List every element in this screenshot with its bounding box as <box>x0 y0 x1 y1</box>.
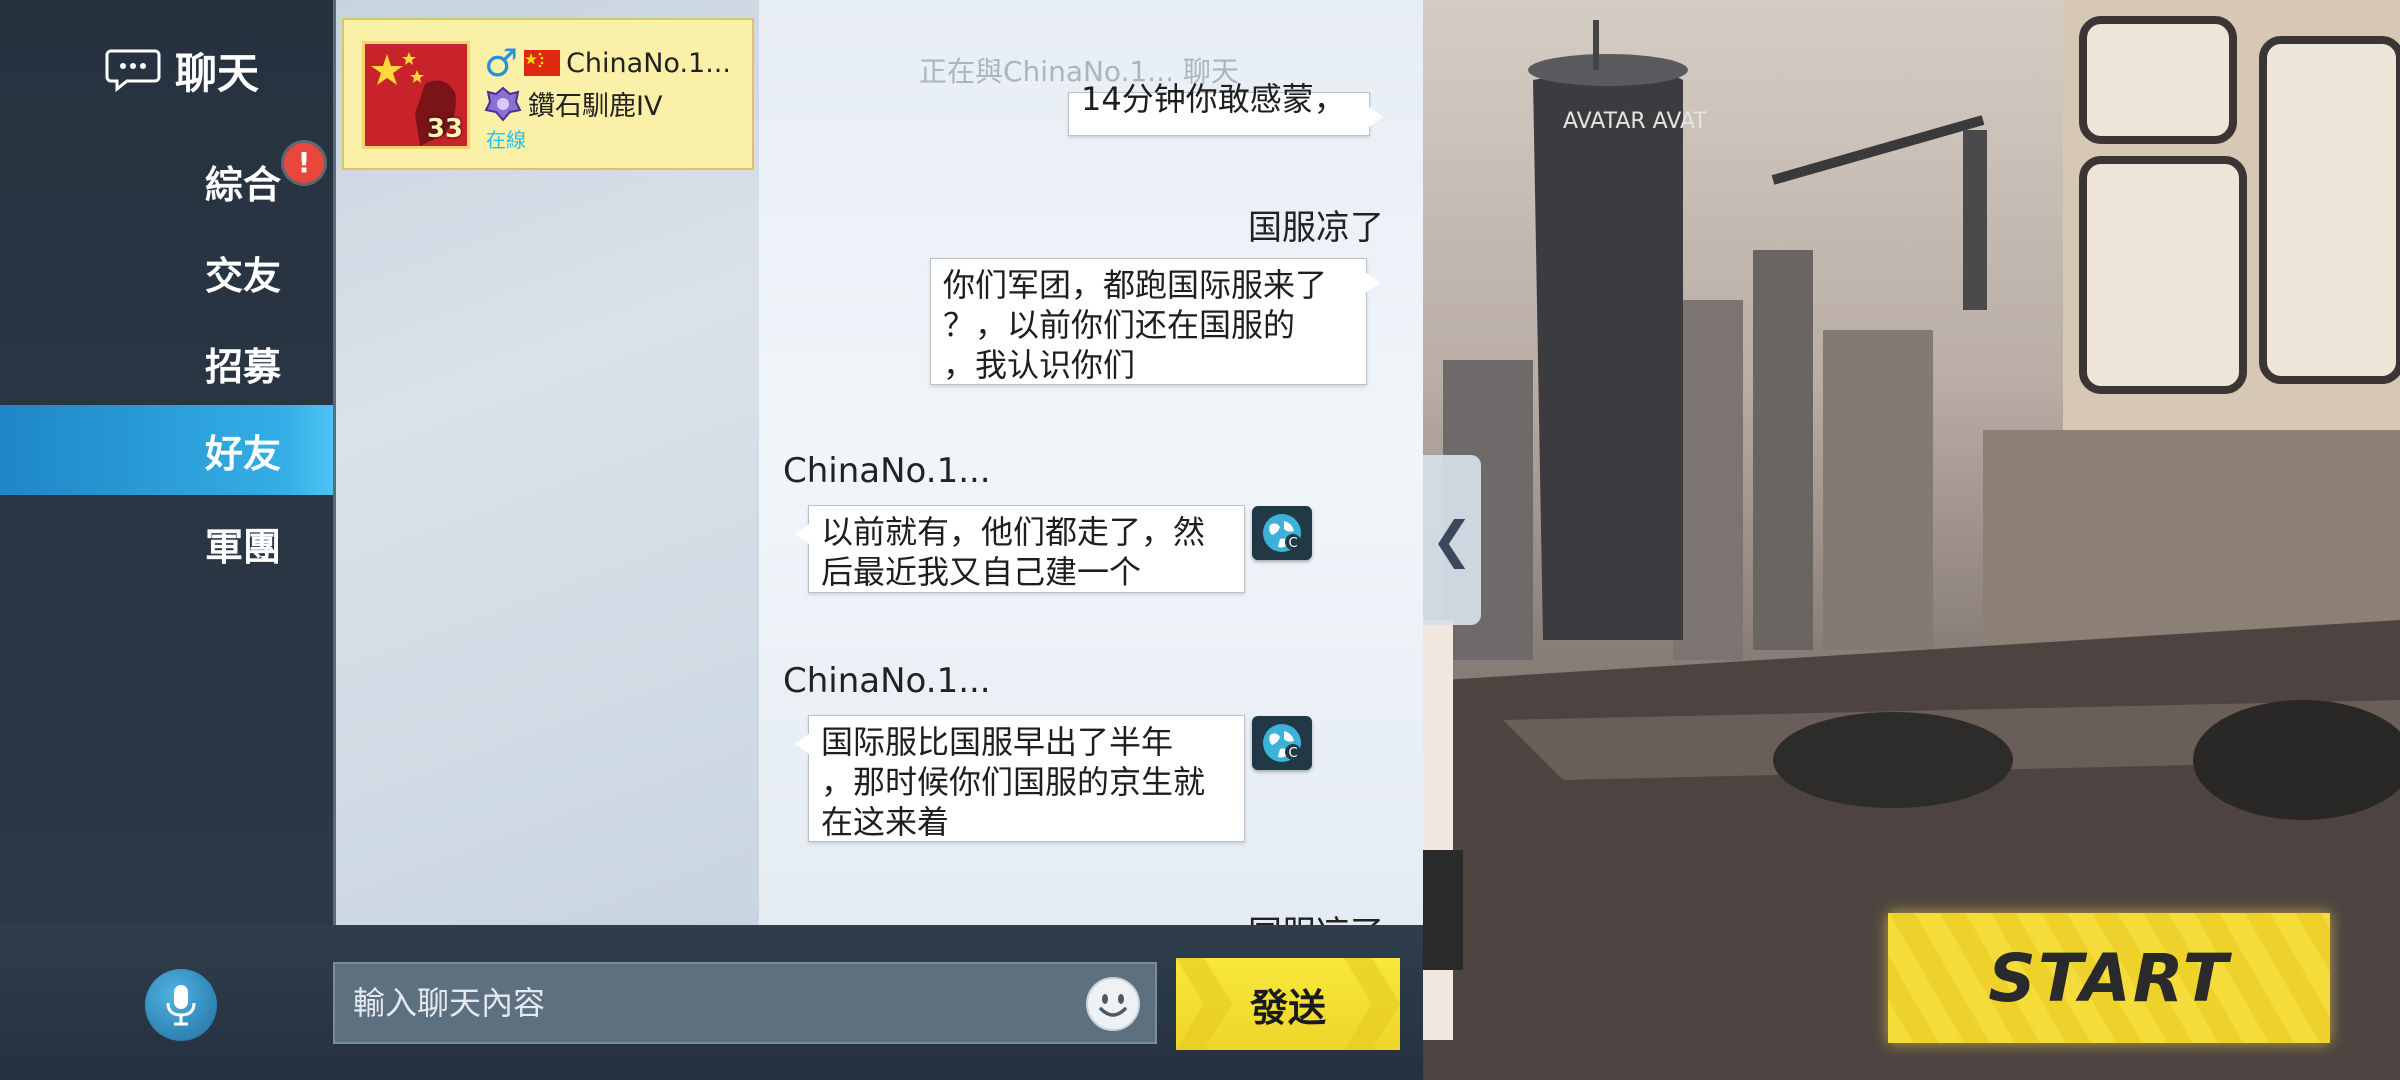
friend-level: 33 <box>426 114 463 144</box>
message-line: 以前就有，他们都走了，然 <box>821 513 1206 551</box>
chat-header: 聊天 <box>105 40 259 100</box>
friend-name: ChinaNo.1... <box>566 47 731 79</box>
tab-friends[interactable]: 好友 <box>0 405 333 495</box>
avatar[interactable]: 33 <box>362 41 470 149</box>
start-label: START <box>1988 939 2230 1017</box>
message-sender: ChinaNo.1... <box>783 661 991 701</box>
chevron-left-icon: ❮ <box>1431 511 1473 569</box>
smiley-face-icon <box>1086 977 1140 1031</box>
message-bubble: 国际服比国服早出了半年 ，那时候你们国服的京生就 在这来着 <box>795 715 1245 842</box>
start-button[interactable]: START <box>1888 913 2330 1043</box>
message-line: 国际服比国服早出了半年 <box>821 723 1174 761</box>
male-gender-icon: ♂ <box>484 41 519 85</box>
chat-bubble-icon <box>105 49 161 93</box>
tab-friends-label: 好友 <box>204 431 281 476</box>
chat-sidebar: 聊天 綜合 ! 交友 招募 好友 軍團 <box>0 0 333 925</box>
message-text: 14分钟你敢感蒙， <box>1081 80 1346 118</box>
translate-button[interactable]: C <box>1252 716 1312 770</box>
message-sender: 国服凉了 <box>1248 208 1384 248</box>
voice-input-button[interactable] <box>145 969 217 1041</box>
tab-general[interactable]: 綜合 <box>0 136 333 226</box>
tab-recruit-label: 招募 <box>204 344 281 389</box>
friend-card[interactable]: 33 ♂ ChinaNo.1... 鑽石馴鹿IV 在線 <box>342 18 754 170</box>
message-bubble: 你们军团，都跑国际服来了 ？，以前你们还在国服的 ，我认识你们 <box>930 258 1380 385</box>
message-line: ，我认识你们 <box>943 346 1136 384</box>
tab-general-label: 綜合 <box>204 162 281 207</box>
send-button[interactable]: 發送 <box>1176 958 1400 1050</box>
globe-translate-icon: C <box>1263 514 1301 552</box>
message-line: ，那时候你们国服的京生就 <box>821 763 1206 801</box>
collapse-chat-button[interactable]: ❮ <box>1423 455 1481 625</box>
svg-text:AVATAR AVAT: AVATAR AVAT <box>1563 109 1707 134</box>
svg-text:C: C <box>1288 536 1297 551</box>
chat-input-bar: 發送 <box>0 925 1423 1080</box>
china-flag-icon <box>524 50 561 76</box>
tab-legion-label: 軍團 <box>204 524 281 569</box>
message-line: 在这来着 <box>821 803 950 841</box>
friend-list-panel: 33 ♂ ChinaNo.1... 鑽石馴鹿IV 在線 <box>333 0 762 925</box>
globe-translate-icon: C <box>1263 724 1301 762</box>
translate-button[interactable]: C <box>1252 506 1312 560</box>
message-bubble: 以前就有，他们都走了，然 后最近我又自己建一个 <box>795 505 1245 593</box>
tab-make-friends[interactable]: 交友 <box>0 227 333 317</box>
friend-name-row: ♂ ChinaNo.1... <box>484 44 731 82</box>
tab-recruit[interactable]: 招募 <box>0 318 333 408</box>
message-line: 你们军团，都跑国际服来了 <box>943 266 1328 304</box>
svg-text:C: C <box>1288 746 1297 761</box>
message-sender: ChinaNo.1... <box>783 451 991 491</box>
microphone-icon <box>166 985 196 1026</box>
friend-rank-row: 鑽石馴鹿IV <box>484 84 662 123</box>
tab-make-friends-label: 交友 <box>204 253 281 298</box>
chat-message-input[interactable] <box>333 962 1157 1044</box>
message-line: 后最近我又自己建一个 <box>821 553 1142 591</box>
send-label: 發送 <box>1249 985 1326 1030</box>
notification-badge: ! <box>284 143 324 183</box>
friend-rank: 鑽石馴鹿IV <box>528 91 663 122</box>
message-bubble: 14分钟你敢感蒙， <box>1068 80 1383 136</box>
message-sender: 国服凉了 <box>1248 906 1384 925</box>
emoji-button[interactable] <box>1085 976 1141 1032</box>
diamond-rank-icon <box>484 86 522 122</box>
online-status: 在線 <box>486 128 526 152</box>
message-line: ？，以前你们还在国服的 <box>943 306 1296 344</box>
game-scene: AVATAR AVAT ❮ START <box>1423 0 2400 1080</box>
chat-title: 聊天 <box>175 48 260 98</box>
tab-legion[interactable]: 軍團 <box>0 498 333 588</box>
chat-messages-area[interactable]: 正在與ChinaNo.1... 聊天 14分钟你敢感蒙， 国服凉了 你们军团，都… <box>759 0 1423 925</box>
